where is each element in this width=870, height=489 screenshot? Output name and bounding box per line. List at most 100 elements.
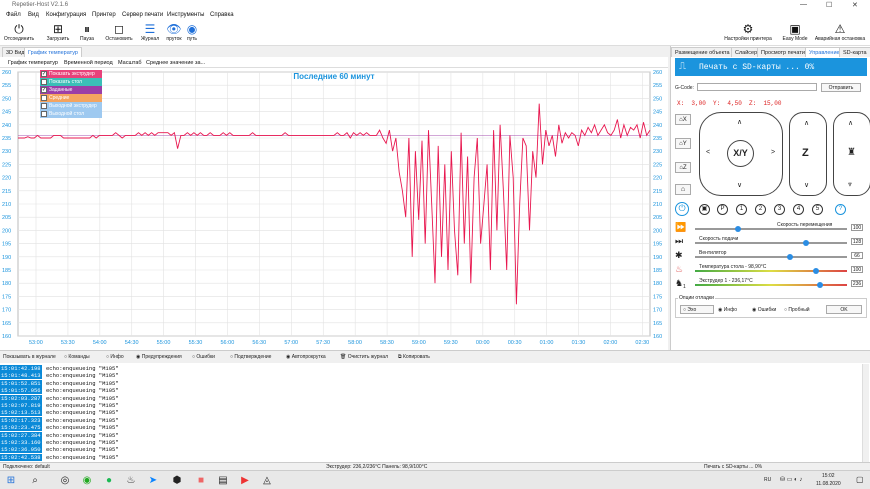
fan-slider[interactable] bbox=[695, 254, 847, 260]
tray-icons[interactable]: ⛁ ▭ ◐ ♪ bbox=[780, 476, 802, 483]
app-icon-6[interactable]: ⬢ bbox=[170, 474, 184, 487]
app-icon-7[interactable]: ■ bbox=[194, 474, 208, 487]
tab-print-preview[interactable]: Просмотр печати bbox=[757, 47, 809, 57]
extruder-heater-icon[interactable]: ♞ bbox=[675, 278, 683, 289]
info-option[interactable]: ◉ Инфо bbox=[718, 307, 737, 313]
extruder-temp-slider[interactable] bbox=[695, 282, 847, 288]
app-icon-2[interactable]: ◉ bbox=[80, 474, 94, 487]
menu-help[interactable]: Справка bbox=[210, 12, 234, 18]
load-button[interactable]: ⊞ Загрузить bbox=[44, 22, 72, 42]
legend-checkbox[interactable] bbox=[41, 103, 47, 109]
dry-run-option[interactable]: ○ Пробный bbox=[784, 307, 810, 313]
home-all-button[interactable]: ⌂ bbox=[675, 184, 691, 195]
clear-log-button[interactable]: 🗑 Очистить журнал bbox=[340, 354, 388, 360]
extrude-arrow-icon[interactable]: ⩔ bbox=[848, 181, 852, 189]
send-button[interactable]: Отправить bbox=[821, 83, 861, 92]
chart-menu-scale[interactable]: Масштаб bbox=[118, 60, 142, 66]
ok-button[interactable]: OK bbox=[826, 305, 862, 314]
z-down-arrow-icon[interactable]: ∨ bbox=[804, 181, 809, 189]
minimize-button[interactable]: — bbox=[800, 1, 807, 8]
log-filter-info[interactable]: ○ Инфо bbox=[106, 354, 124, 360]
z-up-arrow-icon[interactable]: ∧ bbox=[804, 119, 809, 127]
motors-off-button[interactable]: ▣ bbox=[699, 204, 710, 215]
tab-object-placement[interactable]: Размещение объекта bbox=[671, 47, 734, 57]
bed-heater-icon[interactable]: ♨ bbox=[675, 264, 683, 275]
menu-config[interactable]: Конфигурация bbox=[46, 12, 86, 18]
legend-item[interactable]: Средние bbox=[40, 94, 102, 102]
preset-1-button[interactable]: 1 bbox=[736, 204, 747, 215]
extruder-jog-pad[interactable]: ∧ ♜ ⩔ bbox=[833, 112, 870, 196]
preset-5-button[interactable]: 5 bbox=[812, 204, 823, 215]
emergency-stop-button[interactable]: ⚠ Аварийная остановка bbox=[812, 22, 868, 42]
feed-speed-value[interactable]: 128 bbox=[851, 238, 863, 245]
legend-item[interactable]: Показать стол bbox=[40, 78, 102, 86]
app-icon-5[interactable]: ➤ bbox=[146, 474, 160, 487]
app-icon-8[interactable]: ▤ bbox=[216, 474, 230, 487]
close-button[interactable]: ✕ bbox=[852, 1, 858, 9]
x-plus-arrow-icon[interactable]: > bbox=[771, 149, 775, 156]
preset-4-button[interactable]: 4 bbox=[793, 204, 804, 215]
easy-mode-button[interactable]: ▣ Easy Mode bbox=[778, 22, 812, 42]
chart-menu-temp[interactable]: График температур bbox=[8, 60, 58, 66]
log-button[interactable]: ☰ Журнал bbox=[138, 22, 162, 42]
legend-checkbox[interactable] bbox=[41, 111, 47, 117]
notifications-icon[interactable]: ▢ bbox=[856, 475, 864, 484]
power-toggle-icon[interactable]: ⏻ bbox=[675, 202, 689, 216]
menu-printer[interactable]: Принтер bbox=[92, 12, 116, 18]
xy-jog-pad[interactable]: X/Y ∧ ∨ < > bbox=[699, 112, 783, 196]
legend-checkbox[interactable] bbox=[41, 95, 47, 101]
move-speed-slider[interactable] bbox=[695, 226, 847, 232]
printer-settings-button[interactable]: ⚙ Настройки принтера bbox=[724, 22, 772, 42]
legend-checkbox[interactable]: ✓ bbox=[41, 71, 47, 77]
log-filter-confirm[interactable]: ○ Подтверждение bbox=[230, 354, 271, 360]
help-button[interactable]: ? bbox=[835, 204, 846, 215]
app-icon-3[interactable]: ● bbox=[102, 474, 116, 487]
preset-2-button[interactable]: 2 bbox=[755, 204, 766, 215]
chart-menu-average[interactable]: Среднее значение за... bbox=[146, 60, 205, 66]
tab-control[interactable]: Управление bbox=[805, 47, 844, 57]
app-icon-9[interactable]: ▶ bbox=[238, 474, 252, 487]
menu-view[interactable]: Вид bbox=[28, 12, 39, 18]
legend-checkbox[interactable] bbox=[41, 79, 47, 85]
bed-temp-slider[interactable] bbox=[695, 268, 847, 274]
pause-button[interactable]: ⏸ Пауза bbox=[78, 22, 96, 42]
y-plus-arrow-icon[interactable]: ∧ bbox=[737, 118, 742, 126]
legend-item[interactable]: ✓ Заданные bbox=[40, 86, 102, 94]
y-minus-arrow-icon[interactable]: ∨ bbox=[737, 181, 742, 189]
menu-tools[interactable]: Инструменты bbox=[167, 12, 204, 18]
bed-temp-value[interactable]: 100 bbox=[851, 266, 863, 273]
gcode-input[interactable] bbox=[697, 83, 817, 91]
retract-arrow-icon[interactable]: ∧ bbox=[848, 119, 853, 127]
stop-button[interactable]: ◻ Остановить bbox=[104, 22, 134, 42]
tab-sd-card[interactable]: SD-карта bbox=[839, 47, 870, 57]
menu-file[interactable]: Файл bbox=[6, 12, 21, 18]
legend-checkbox[interactable]: ✓ bbox=[41, 87, 47, 93]
copy-log-button[interactable]: ⧉ Копировать bbox=[398, 354, 430, 360]
filament-button[interactable]: 👁 пруток bbox=[164, 22, 184, 42]
home-y-button[interactable]: ⌂Y bbox=[675, 138, 691, 149]
legend-item[interactable]: Выходной экструдер bbox=[40, 102, 102, 110]
home-z-button[interactable]: ⌂Z bbox=[675, 162, 691, 173]
feed-speed-slider[interactable] bbox=[695, 240, 847, 246]
log-scrollbar[interactable] bbox=[862, 364, 869, 462]
app-icon-10[interactable]: ◬ bbox=[260, 474, 274, 487]
maximize-button[interactable]: ☐ bbox=[826, 1, 832, 9]
preset-p-button[interactable]: P bbox=[717, 204, 728, 215]
log-filter-errors[interactable]: ○ Ошибки bbox=[192, 354, 215, 360]
search-icon[interactable]: ⌕ bbox=[28, 474, 42, 487]
log-autoscroll[interactable]: ◉ Автопрокрутка bbox=[286, 354, 326, 360]
log-filter-commands[interactable]: ○ Команды bbox=[64, 354, 90, 360]
echo-option[interactable]: ○ Эхо bbox=[680, 305, 714, 314]
log-filter-warnings[interactable]: ◉ Предупреждения bbox=[136, 354, 182, 360]
home-x-button[interactable]: ⌂X bbox=[675, 114, 691, 125]
legend-item[interactable]: ✓ Показать экструдер bbox=[40, 70, 102, 78]
start-icon[interactable]: ⊞ bbox=[4, 474, 18, 487]
tab-temperature-chart[interactable]: График температур bbox=[24, 47, 82, 57]
preset-3-button[interactable]: 3 bbox=[774, 204, 785, 215]
menu-print-server[interactable]: Сервер печати bbox=[122, 12, 163, 18]
path-button[interactable]: ◉ путь bbox=[184, 22, 200, 42]
app-icon-4[interactable]: ♨ bbox=[124, 474, 138, 487]
chart-menu-period[interactable]: Временной период bbox=[64, 60, 113, 66]
fan-value[interactable]: 66 bbox=[851, 252, 863, 259]
errors-option[interactable]: ◉ Ошибки bbox=[752, 307, 776, 313]
